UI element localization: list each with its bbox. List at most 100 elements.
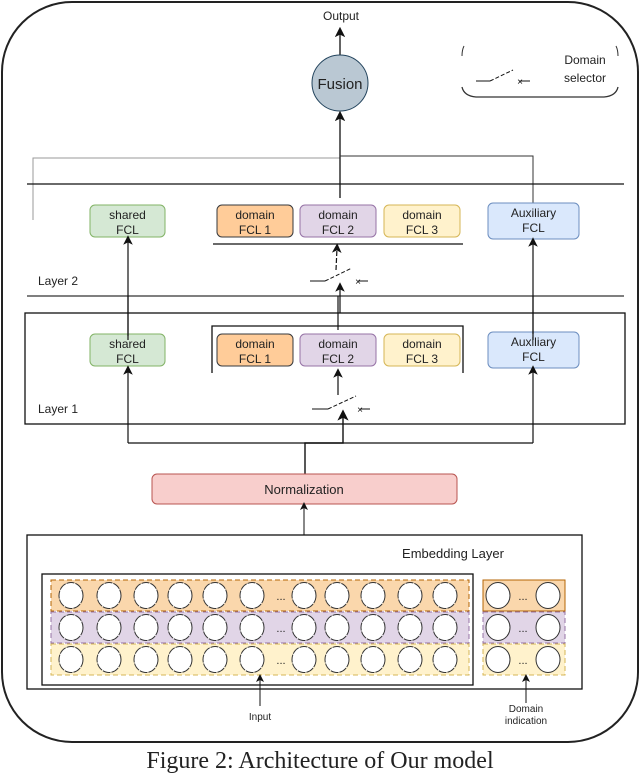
shared-fcl: sharedFCL bbox=[89, 204, 166, 238]
embedding-node bbox=[360, 614, 386, 641]
embedding-node bbox=[202, 646, 228, 673]
domain-indication-row-3: ... bbox=[482, 643, 566, 676]
embedding-node bbox=[360, 646, 386, 673]
output-label: Output bbox=[323, 9, 360, 23]
domain-fcl-2-label-line1: domain bbox=[318, 337, 357, 351]
legend-label-line2: selector bbox=[564, 71, 606, 85]
domain-indication-node bbox=[535, 582, 561, 609]
domain-fcl-1: domainFCL 1 bbox=[216, 333, 294, 367]
embedding-node bbox=[291, 582, 317, 609]
layer-2: sharedFCLdomainFCL 1domainFCL 2domainFCL… bbox=[89, 200, 580, 245]
shared-fcl-label-line2: FCL bbox=[116, 223, 139, 237]
embedding-layer-label: Embedding Layer bbox=[402, 546, 505, 561]
embedding-node bbox=[239, 646, 265, 673]
domain-fcl-1-label-line2: FCL 1 bbox=[239, 223, 272, 237]
svg-text:×: × bbox=[357, 405, 363, 416]
embedding-row-1: ... bbox=[50, 579, 470, 612]
auxiliary-fcl: AuxiliaryFCL bbox=[487, 202, 580, 240]
domain-indication-rows: ......... bbox=[482, 579, 566, 676]
embedding-node bbox=[397, 582, 423, 609]
domain-indication-label-line2: indication bbox=[505, 716, 547, 727]
embedding-node bbox=[432, 614, 458, 641]
layer2-label: Layer 2 bbox=[38, 274, 78, 288]
domain-indication-node bbox=[485, 582, 511, 609]
domain-indication-node bbox=[485, 646, 511, 673]
embedding-node bbox=[432, 646, 458, 673]
embedding-node bbox=[167, 646, 193, 673]
ellipsis: ... bbox=[518, 591, 527, 603]
domain-fcl-3-label-line1: domain bbox=[402, 337, 441, 351]
ellipsis: ... bbox=[518, 623, 527, 635]
domain-fcl-3-label-line2: FCL 3 bbox=[406, 223, 439, 237]
embedding-node bbox=[239, 582, 265, 609]
shared-fcl-label-line1: shared bbox=[109, 208, 146, 222]
fusion-label: Fusion bbox=[317, 76, 362, 93]
ellipsis: ... bbox=[518, 655, 527, 667]
embedding-node bbox=[324, 646, 350, 673]
ellipsis: ... bbox=[276, 591, 285, 603]
auxiliary-fcl-label-line1: Auxiliary bbox=[511, 206, 556, 220]
layer2-switch-icon: × bbox=[310, 267, 368, 288]
domain-indication-label-line1: Domain bbox=[509, 704, 543, 715]
ellipsis: ... bbox=[276, 623, 285, 635]
domain-fcl-1-label-line1: domain bbox=[235, 337, 274, 351]
domain-fcl-3-label-line1: domain bbox=[402, 208, 441, 222]
embedding-row-3: ... bbox=[50, 643, 470, 676]
embedding-node bbox=[360, 582, 386, 609]
svg-text:×: × bbox=[517, 77, 523, 88]
legend-label-line1: Domain bbox=[564, 53, 605, 67]
normalization-label: Normalization bbox=[264, 482, 343, 497]
embedding-node bbox=[291, 614, 317, 641]
domain-indication-row-2: ... bbox=[482, 611, 566, 644]
domain-fcl-2-label-line2: FCL 2 bbox=[322, 352, 355, 366]
layer-1: sharedFCLdomainFCL 1domainFCL 2domainFCL… bbox=[89, 325, 580, 373]
input-label: Input bbox=[249, 712, 271, 723]
legend-domain-selector: × Domain selector bbox=[461, 45, 619, 98]
embedding-node bbox=[397, 646, 423, 673]
layer1-switch-icon: × bbox=[312, 395, 370, 416]
figure-caption: Figure 2: Architecture of Our model bbox=[146, 748, 494, 774]
domain-fcl-2-label-line2: FCL 2 bbox=[322, 223, 355, 237]
layer2-selector-to-domains-arrow bbox=[331, 243, 342, 271]
embedding-rows: ......... bbox=[50, 579, 470, 676]
embedding-node bbox=[167, 614, 193, 641]
layer1-label: Layer 1 bbox=[38, 402, 78, 416]
domain-fcl-2: domainFCL 2 bbox=[299, 204, 377, 238]
embedding-node bbox=[432, 582, 458, 609]
domain-indication-row-1: ... bbox=[482, 579, 566, 612]
embedding-node bbox=[58, 582, 84, 609]
embedding-node bbox=[96, 646, 122, 673]
auxiliary-fcl-label-line2: FCL bbox=[522, 350, 545, 364]
embedding-node bbox=[167, 582, 193, 609]
domain-indication-node bbox=[535, 646, 561, 673]
domain-fcl-3-label-line2: FCL 3 bbox=[406, 352, 439, 366]
domain-indication-node bbox=[535, 614, 561, 641]
embedding-node bbox=[133, 614, 159, 641]
embedding-node bbox=[202, 614, 228, 641]
ellipsis: ... bbox=[276, 655, 285, 667]
embedding-node bbox=[397, 614, 423, 641]
embedding-node bbox=[239, 614, 265, 641]
domain-fcl-2-label-line1: domain bbox=[318, 208, 357, 222]
embedding-node bbox=[133, 646, 159, 673]
embedding-node bbox=[96, 614, 122, 641]
embedding-node bbox=[58, 614, 84, 641]
domain-indication-node bbox=[485, 614, 511, 641]
domain-fcl-1: domainFCL 1 bbox=[216, 204, 294, 238]
domain-fcl-1-label-line2: FCL 1 bbox=[239, 352, 272, 366]
switch-icon: × bbox=[476, 69, 530, 88]
domain-fcl-1-label-line1: domain bbox=[235, 208, 274, 222]
domain-fcl-2: domainFCL 2 bbox=[299, 333, 377, 367]
embedding-node bbox=[324, 614, 350, 641]
architecture-diagram: Output Fusion × Domain selector Layer 2 … bbox=[1, 1, 639, 743]
embedding-row-2: ... bbox=[50, 611, 470, 644]
embedding-node bbox=[96, 582, 122, 609]
domain-fcl-3: domainFCL 3 bbox=[383, 333, 461, 367]
auxiliary-fcl-label-line2: FCL bbox=[522, 221, 545, 235]
embedding-node bbox=[202, 582, 228, 609]
embedding-node bbox=[324, 582, 350, 609]
embedding-node bbox=[58, 646, 84, 673]
embedding-node bbox=[133, 582, 159, 609]
domain-fcl-3: domainFCL 3 bbox=[383, 204, 461, 238]
shared-fcl-label-line2: FCL bbox=[116, 352, 139, 366]
